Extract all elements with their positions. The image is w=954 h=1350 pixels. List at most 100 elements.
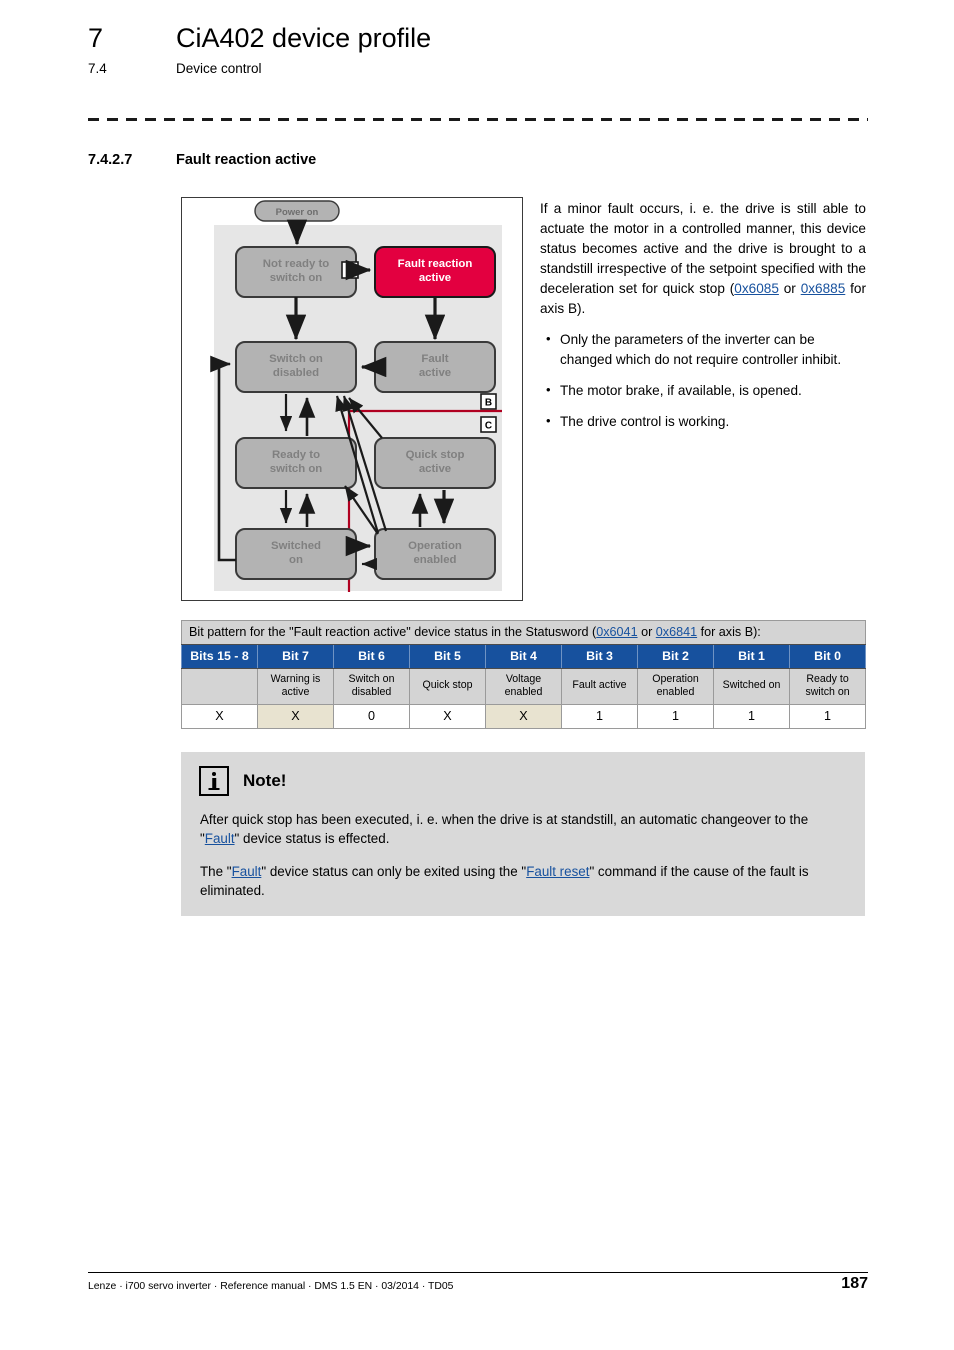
note-paragraph-2: The "Fault" device status can only be ex… [200, 862, 843, 900]
svg-text:Quick stop: Quick stop [406, 449, 465, 461]
bit-value: X [181, 703, 258, 729]
diagram-state-quick-stop-active: Quick stop active [374, 437, 496, 489]
table-value-row: X X 0 X X 1 1 1 1 [181, 703, 867, 729]
header-chapter-row: 7 CiA402 device profile [88, 23, 868, 54]
bit-description: Warning is active [257, 668, 334, 705]
bit-value: 1 [788, 703, 867, 729]
svg-text:C: C [485, 421, 492, 432]
state-machine-diagram: Power on Not ready to switch on Fault re… [181, 197, 523, 601]
description-column: If a minor fault occurs, i. e. the drive… [540, 199, 866, 443]
note-title: Note! [243, 771, 287, 790]
caption-end: for axis B): [697, 625, 761, 639]
column-header: Bit 0 [788, 644, 867, 669]
bit-description: Switch on disabled [333, 668, 410, 705]
column-header: Bits 15 - 8 [181, 644, 258, 669]
diagram-state-switched-on: Switched on [235, 528, 357, 580]
bit-description: Voltage enabled [485, 668, 562, 705]
header-divider [88, 118, 868, 121]
bit-value: X [485, 703, 562, 729]
svg-text:on: on [289, 554, 303, 566]
diagram-power-on-label: Power on [276, 207, 319, 218]
svg-text:switch on: switch on [270, 272, 323, 284]
svg-text:active: active [419, 367, 451, 379]
diagram-state-not-ready-to-switch-on: Not ready to switch on [235, 246, 357, 298]
column-header: Bit 5 [409, 644, 486, 669]
svg-text:Fault reaction: Fault reaction [398, 258, 473, 270]
note-paragraph-1: After quick stop has been executed, i. e… [200, 810, 843, 848]
chapter-title: CiA402 device profile [176, 23, 432, 53]
bit-value: 0 [333, 703, 410, 729]
diagram-state-operation-enabled: Operation enabled [374, 528, 496, 580]
bit-description: Quick stop [409, 668, 486, 705]
bit-description: Operation enabled [637, 668, 714, 705]
column-header: Bit 7 [257, 644, 334, 669]
bit-description: Fault active [561, 668, 638, 705]
diagram-state-power-on: Power on [254, 200, 340, 222]
section-number: 7.4.2.7 [88, 152, 133, 168]
bit-value: 1 [713, 703, 790, 729]
column-header: Bit 1 [713, 644, 790, 669]
bit-pattern-table: Bit pattern for the "Fault reaction acti… [180, 620, 867, 729]
link-0x6885[interactable]: 0x6885 [801, 281, 846, 296]
info-icon-dot [212, 772, 216, 776]
svg-text:active: active [419, 272, 451, 284]
diagram-marker-b: B [480, 393, 497, 410]
section-heading: 7.4.2.7 Fault reaction active [88, 152, 316, 168]
bit-table-caption: Bit pattern for the "Fault reaction acti… [180, 620, 867, 645]
footer-divider [88, 1272, 868, 1273]
section-title: Fault reaction active [176, 152, 317, 168]
table-header-row: Bits 15 - 8 Bit 7 Bit 6 Bit 5 Bit 4 Bit … [181, 644, 867, 669]
caption-mid: or [637, 625, 656, 639]
diagram-state-fault-reaction-active: Fault reaction active [374, 246, 496, 298]
link-fault[interactable]: Fault [205, 831, 235, 846]
note-p2-part1: The " [200, 864, 232, 880]
svg-text:Switch on: Switch on [269, 353, 323, 365]
chapter-number: 7 [88, 23, 104, 53]
bit-description: Switched on [713, 668, 790, 705]
svg-text:Not ready to: Not ready to [263, 258, 329, 270]
link-0x6041[interactable]: 0x6041 [596, 625, 637, 639]
note-p2-mid: " device status can only be exited using… [261, 864, 527, 880]
diagram-marker-c: C [480, 416, 497, 433]
info-icon [199, 766, 229, 796]
svg-text:B: B [485, 398, 492, 409]
svg-text:Operation: Operation [408, 540, 462, 552]
footer-text: Lenze · i700 servo inverter · Reference … [88, 1281, 454, 1292]
page-number: 187 [841, 1275, 868, 1292]
svg-text:Ready to: Ready to [272, 449, 320, 461]
column-header: Bit 6 [333, 644, 410, 669]
svg-text:Switched: Switched [271, 540, 321, 552]
svg-text:Fault: Fault [421, 353, 448, 365]
column-header: Bit 2 [637, 644, 714, 669]
list-item: The motor brake, if available, is opened… [540, 380, 866, 401]
diagram-state-fault-active: Fault active [374, 341, 496, 393]
page-header: 7 CiA402 device profile 7.4 Device contr… [88, 23, 868, 76]
diagram-state-ready-to-switch-on: Ready to switch on [235, 437, 357, 489]
bit-value: X [409, 703, 486, 729]
note-header: Note! [199, 766, 843, 796]
column-header: Bit 4 [485, 644, 562, 669]
link-0x6841[interactable]: 0x6841 [656, 625, 697, 639]
info-icon-base [208, 787, 220, 790]
header-section-number: 7.4 [88, 60, 107, 76]
diagram-state-switch-on-disabled: Switch on disabled [235, 341, 357, 393]
header-section-title: Device control [176, 60, 262, 76]
note-p1-end: " device status is effected. [234, 831, 390, 847]
link-fault-2[interactable]: Fault [232, 864, 262, 879]
bit-description: Ready to switch on [788, 668, 867, 705]
feature-bullet-list: Only the parameters of the inverter can … [540, 329, 866, 432]
svg-text:active: active [419, 463, 451, 475]
svg-text:A: A [346, 265, 354, 277]
intro-paragraph: If a minor fault occurs, i. e. the drive… [540, 199, 866, 319]
link-0x6085[interactable]: 0x6085 [734, 281, 779, 296]
bit-value: X [257, 703, 334, 729]
note-body: After quick stop has been executed, i. e… [200, 810, 843, 900]
link-fault-reset[interactable]: Fault reset [526, 864, 589, 879]
intro-text-mid: or [778, 280, 801, 296]
list-item: The drive control is working. [540, 411, 866, 432]
header-section-row: 7.4 Device control [88, 61, 868, 76]
note-callout: Note! After quick stop has been executed… [181, 752, 865, 917]
table-description-row: Warning is active Switch on disabled Qui… [181, 668, 867, 705]
bit-value: 1 [637, 703, 714, 729]
caption-part1: Bit pattern for the "Fault reaction acti… [189, 625, 597, 639]
